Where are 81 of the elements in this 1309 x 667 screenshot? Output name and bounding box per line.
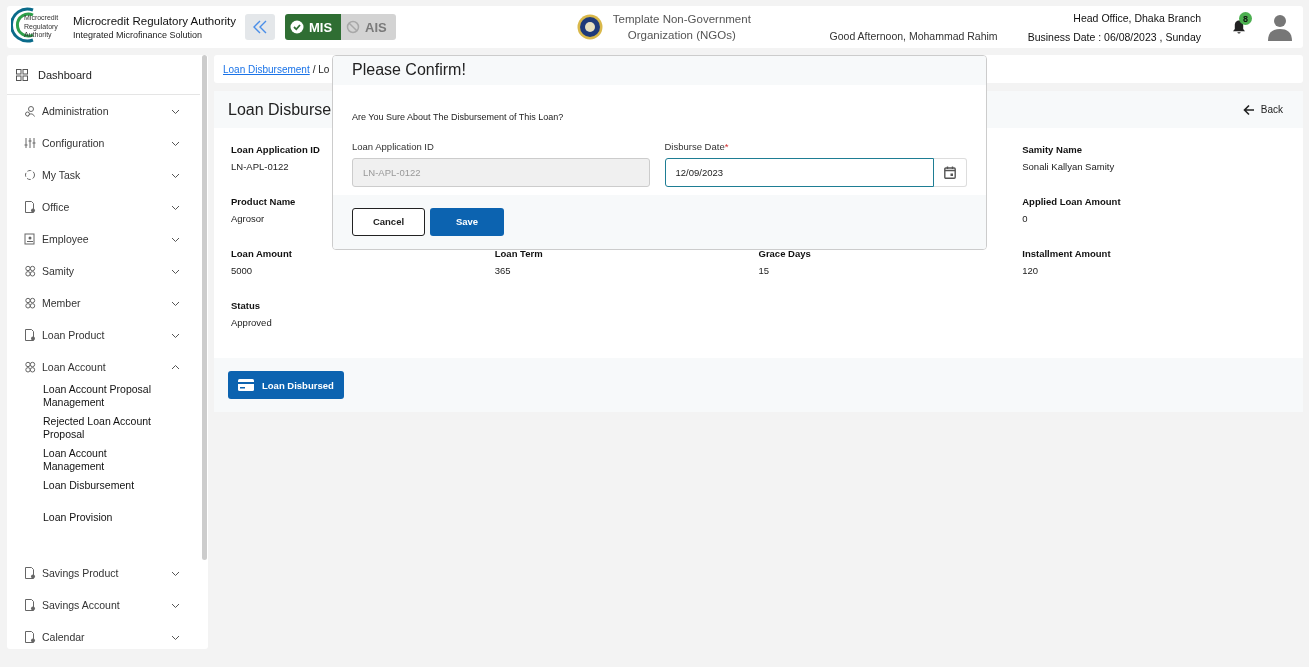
calendar-button[interactable] [934,157,967,187]
group-icon [24,297,36,309]
field-label: Loan Application ID [352,140,434,152]
field-value: Agrosor [231,213,265,224]
field-label: Loan Term [494,248,543,259]
sliders-icon [24,137,36,149]
document-icon [24,201,36,213]
field-label: Disburse Date* [664,140,729,152]
emblem-icon [576,14,603,40]
sidebar-item[interactable]: Office [7,191,200,223]
avatar-icon[interactable] [1267,13,1293,41]
collapse-button[interactable] [245,14,275,40]
date-field[interactable]: 12/09/2023 [664,157,934,187]
sidebar-item[interactable]: Administration [7,95,200,127]
check-circle-icon [290,20,304,34]
circle-icon [24,169,36,181]
document-icon [24,599,36,611]
sidebar-item[interactable]: Samity [7,255,200,287]
submenu-item[interactable]: Rejected Loan Account Proposal [43,415,200,447]
field-value: 15 [758,265,770,276]
sidebar-item[interactable]: Savings Account [7,589,200,621]
field-value: 0 [1022,213,1028,224]
field-label: Samity Name [1022,144,1082,155]
calendar-icon [944,165,956,179]
group-icon [24,361,36,373]
field-label: Installment Amount [1022,248,1111,259]
people-icon [24,105,36,117]
field-label: Product Name [231,196,296,207]
submenu-item[interactable]: Loan Account Management [43,447,200,479]
org-subtitle: Integrated Microfinance Solution [73,29,204,40]
branch-name: Head Office, Dhaka Branch [1073,11,1201,24]
dialog-title: Please Confirm! [352,61,466,80]
back-button[interactable]: Back [1242,103,1283,116]
field-value: LN-APL-0122 [231,161,289,172]
field-label: Loan Application ID [231,144,320,155]
sidebar-item[interactable]: Configuration [7,127,200,159]
breadcrumb-text: / Lo [312,63,330,75]
field-label: Applied Loan Amount [1022,196,1121,207]
sidebar-item[interactable]: Loan Account [7,351,200,383]
module-tab[interactable]: MIS [285,14,342,40]
submenu-item[interactable]: Loan Disbursement [43,479,200,511]
business-date: Business Date : 06/08/2023 , Sunday [1027,30,1201,43]
grid-icon [16,68,28,81]
sidebar-item[interactable]: My Task [7,159,200,191]
greeting-text: Good Afternoon, Mohammad Rahim [829,30,998,42]
submenu-item[interactable]: Loan Provision [43,511,200,543]
organization-name: Template Non-Government Organization (NGOs) [612,12,751,43]
field-value: 5000 [231,265,253,276]
field-label: Status [231,300,261,311]
id-card-icon [24,233,36,245]
loan-disbursed-button[interactable]: Loan Disbursed [228,371,344,399]
breadcrumb-link[interactable]: Loan Disbursement [223,63,310,75]
document-icon [24,631,36,643]
card-icon [238,379,254,391]
page-title: Loan Disburse [228,100,332,119]
dashboard-link[interactable]: Dashboard [7,55,200,95]
blocked-icon [346,20,361,34]
arrow-left-icon [1242,103,1255,116]
sidebar-item[interactable]: Savings Product [7,557,200,589]
group-icon [24,265,36,277]
document-icon [24,567,36,579]
cancel-button[interactable]: Cancel [352,207,425,236]
document-icon [24,329,36,341]
sidebar-item[interactable]: Employee [7,223,200,255]
sidebar-item[interactable]: Loan Product [7,319,200,351]
org-name: Microcredit Regulatory Authority [73,14,236,27]
submenu-item[interactable]: Loan Account Proposal Management [43,383,200,415]
field-value: Approved [231,317,272,328]
scrollbar[interactable] [202,55,207,560]
save-button[interactable]: Save [430,207,504,236]
field-label: Grace Days [758,248,811,259]
field-value: 120 [1022,265,1039,276]
sidebar-item[interactable]: Member [7,287,200,319]
field-value: 365 [494,265,511,276]
input-field: LN-APL-0122 [352,157,650,187]
double-chevron-icon [251,20,269,34]
dialog-message: Are You Sure About The Disbursement of This Loan? [352,111,565,122]
notification-badge: 8 [1239,12,1252,25]
sidebar-item[interactable]: Calendar [7,621,200,649]
field-value: Sonali Kallyan Samity [1022,161,1115,172]
field-label: Loan Amount [231,248,292,259]
